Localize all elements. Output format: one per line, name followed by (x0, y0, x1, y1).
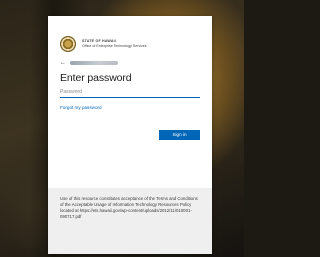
state-seal-icon (60, 36, 76, 52)
forgot-password-link[interactable]: Forgot my password (60, 105, 102, 110)
org-logo: STATE OF HAWAII Office of Enterprise Tec… (60, 36, 147, 52)
org-name-line2: Office of Enterprise Technology Services (82, 44, 147, 48)
sign-in-button[interactable]: Sign in (159, 130, 200, 140)
signin-card-body: STATE OF HAWAII Office of Enterprise Tec… (48, 16, 212, 188)
page-title: Enter password (60, 72, 132, 84)
signin-card: STATE OF HAWAII Office of Enterprise Tec… (48, 16, 212, 254)
terms-footer: Use of this resource constitutes accepta… (48, 188, 212, 254)
account-row[interactable]: ← (60, 60, 118, 66)
account-email-redacted (70, 61, 118, 65)
org-name: STATE OF HAWAII Office of Enterprise Tec… (82, 39, 147, 49)
password-input[interactable] (60, 87, 200, 98)
terms-notice: Use of this resource constitutes accepta… (60, 196, 198, 219)
arrow-left-icon[interactable]: ← (60, 60, 66, 66)
